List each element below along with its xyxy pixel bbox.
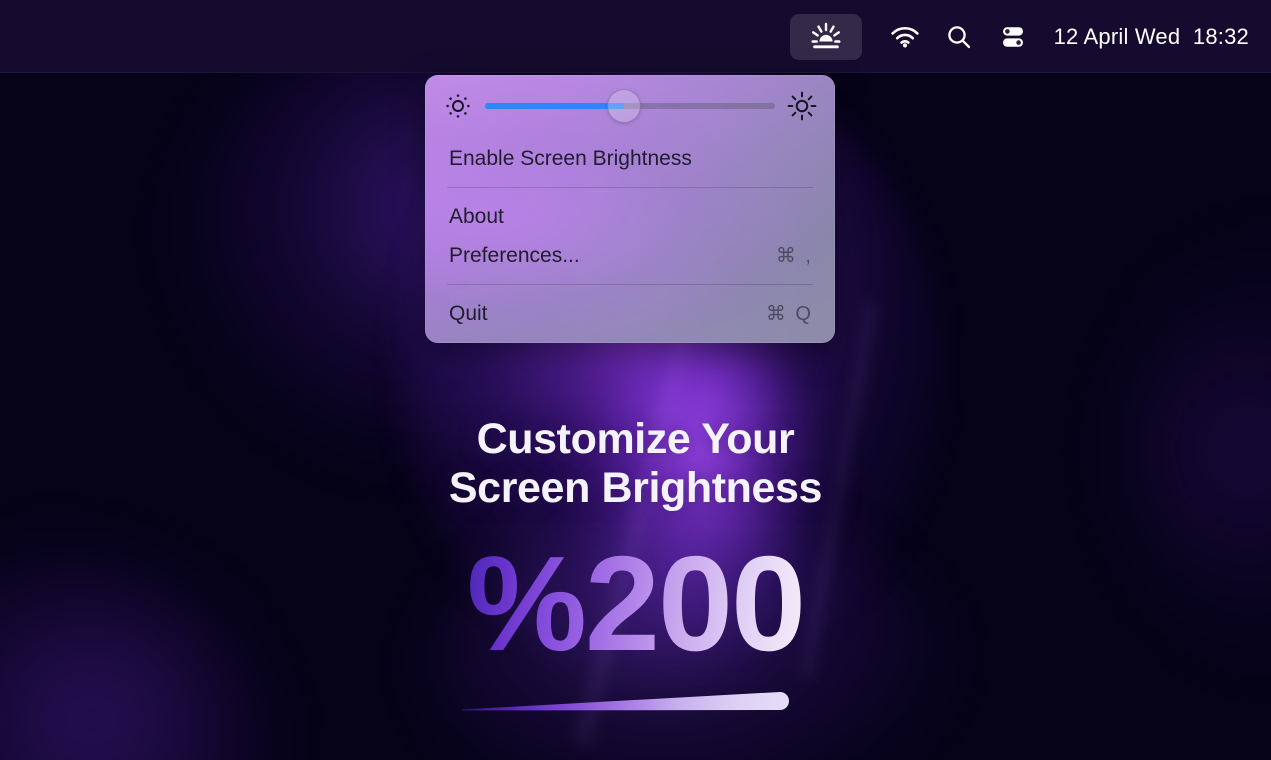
page-title: Customize Your Screen Brightness: [0, 415, 1271, 514]
menu-item-shortcut: ⌘ ,: [775, 245, 813, 267]
menu-item-label: About: [449, 204, 504, 228]
menu-separator: [447, 284, 813, 285]
menu-item-shortcut: ⌘ Q: [765, 303, 813, 325]
menubar-clock: 12 April Wed 18:32: [1053, 23, 1249, 49]
wifi-icon: [890, 26, 919, 47]
menu-item-label: Preferences...: [449, 243, 580, 267]
page-title-line2: Screen Brightness: [448, 464, 823, 513]
sunrise-icon: [811, 22, 841, 48]
brightness-wedge-bar: [462, 692, 789, 711]
menu-item-label: Enable Screen Brightness: [449, 146, 692, 170]
search-icon: [947, 25, 970, 48]
menu-item-enable-screen-brightness[interactable]: Enable Screen Brightness: [425, 139, 835, 178]
control-center-icon: [1002, 26, 1023, 47]
menu-bar: 12 April Wed 18:32: [0, 0, 1271, 73]
hero-section: Customize Your Screen Brightness %200: [0, 415, 1271, 671]
brightness-low-icon: [446, 94, 470, 118]
menu-item-label: Quit: [449, 301, 488, 325]
menu-separator: [447, 187, 813, 188]
page-title-line1: Customize Your: [476, 415, 795, 463]
brightness-percent-display: %200: [0, 536, 1271, 671]
menu-item-preferences[interactable]: Preferences... ⌘ ,: [425, 236, 835, 275]
brightness-menu-panel: Enable Screen Brightness About Preferenc…: [425, 75, 835, 343]
menubar-brightness-app-button[interactable]: [789, 13, 862, 60]
menubar-wifi-button[interactable]: [878, 16, 932, 58]
brightness-high-icon: [787, 91, 817, 121]
menubar-search-button[interactable]: [932, 16, 986, 58]
brightness-percent-value: %200: [466, 527, 806, 679]
menubar-control-center-button[interactable]: [986, 16, 1040, 58]
menu-item-quit[interactable]: Quit ⌘ Q: [425, 294, 835, 333]
brightness-slider[interactable]: [485, 89, 775, 123]
brightness-slider-row: [425, 75, 835, 137]
slider-thumb[interactable]: [607, 89, 642, 123]
menu-item-about[interactable]: About: [425, 197, 835, 236]
slider-fill: [485, 103, 625, 109]
